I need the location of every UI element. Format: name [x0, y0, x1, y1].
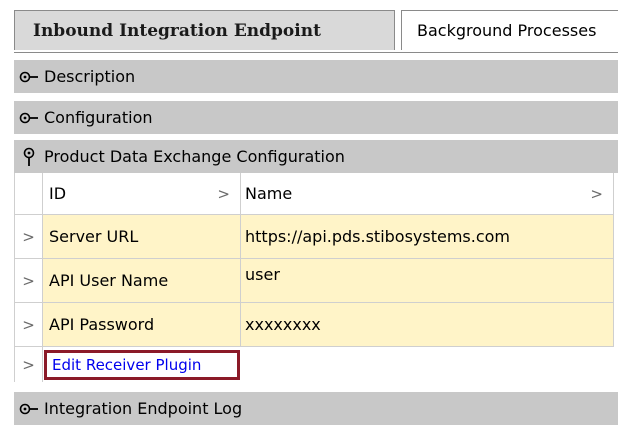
cell-id[interactable]: API User Name: [43, 259, 241, 303]
table-row[interactable]: > Server URL https://api.pds.stibosystem…: [14, 215, 614, 259]
pdx-config-table: ID > Name > > Server URL https://api.pds…: [14, 173, 614, 388]
section-label: Configuration: [44, 108, 153, 127]
cell-id[interactable]: API Password: [43, 303, 241, 347]
tab-inbound-integration-endpoint[interactable]: Inbound Integration Endpoint: [14, 10, 395, 50]
section-product-data-exchange-configuration[interactable]: Product Data Exchange Configuration: [14, 140, 618, 173]
table-header-row: ID > Name >: [14, 173, 614, 215]
row-expand-arrow-icon[interactable]: >: [14, 215, 43, 259]
table-row[interactable]: > API User Name user: [14, 259, 614, 303]
edit-receiver-plugin-highlight: Edit Receiver Plugin: [44, 350, 240, 380]
collapsed-node-icon[interactable]: [14, 392, 44, 425]
tab-bar: Inbound Integration Endpoint Background …: [14, 10, 618, 53]
column-expand-arrow-icon[interactable]: >: [590, 185, 603, 203]
cell-id[interactable]: Server URL: [43, 215, 241, 259]
cell-name[interactable]: xxxxxxxx: [241, 303, 614, 347]
row-expand-arrow-icon[interactable]: >: [14, 303, 43, 347]
row-expand-arrow-icon[interactable]: >: [14, 259, 43, 303]
row-selector-header: [14, 173, 43, 215]
cell-name[interactable]: https://api.pds.stibosystems.com: [241, 215, 614, 259]
collapsed-node-icon[interactable]: [14, 60, 44, 93]
cell-name[interactable]: user: [241, 259, 614, 303]
column-header-label: Name: [245, 184, 293, 203]
table-row[interactable]: > API Password xxxxxxxx: [14, 303, 614, 347]
row-expand-arrow-icon[interactable]: >: [14, 347, 43, 382]
column-expand-arrow-icon[interactable]: >: [217, 185, 230, 203]
column-header-name[interactable]: Name >: [241, 173, 614, 215]
section-integration-endpoint-log[interactable]: Integration Endpoint Log: [14, 392, 618, 425]
section-configuration[interactable]: Configuration: [14, 101, 618, 134]
column-header-id[interactable]: ID >: [43, 173, 241, 215]
section-label: Integration Endpoint Log: [44, 399, 243, 418]
column-header-label: ID: [49, 184, 67, 203]
collapsed-node-icon[interactable]: [14, 101, 44, 134]
section-label: Product Data Exchange Configuration: [44, 147, 345, 166]
expanded-node-icon[interactable]: [14, 140, 44, 173]
edit-receiver-plugin-link[interactable]: Edit Receiver Plugin: [52, 356, 201, 374]
tab-background-processes[interactable]: Background Processes: [401, 10, 618, 50]
integration-endpoint-editor: Inbound Integration Endpoint Background …: [0, 0, 618, 429]
section-description[interactable]: Description: [14, 60, 618, 93]
section-label: Description: [44, 67, 136, 86]
